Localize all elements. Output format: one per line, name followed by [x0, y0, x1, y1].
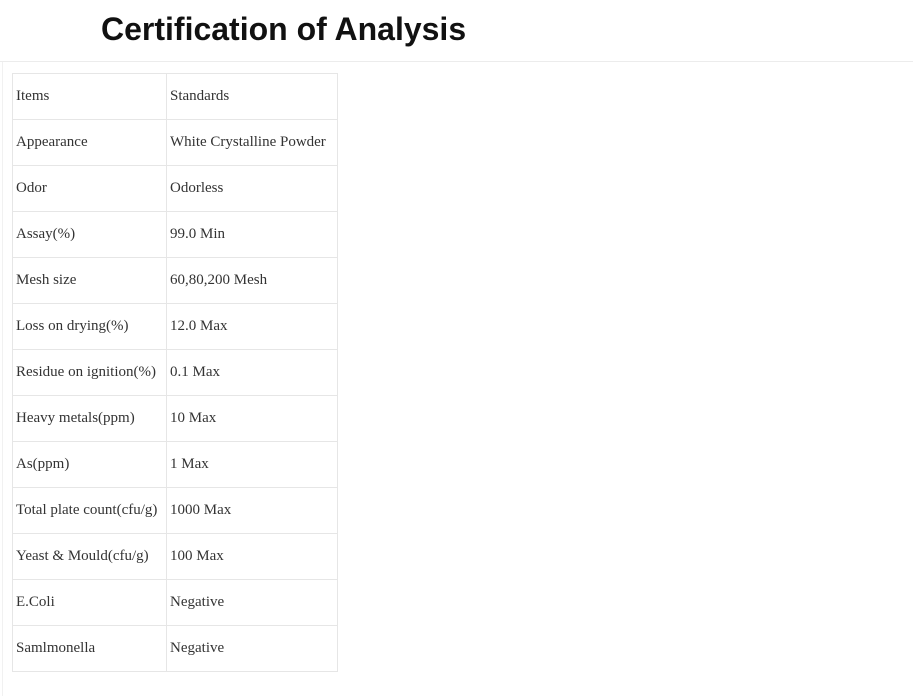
item-cell: Loss on drying(%) — [12, 303, 167, 350]
table-row: Total plate count(cfu/g) 1000 Max — [12, 487, 338, 534]
standard-cell: 10 Max — [166, 395, 338, 442]
table-row: Yeast & Mould(cfu/g) 100 Max — [12, 533, 338, 580]
page-title: Certification of Analysis — [101, 11, 467, 47]
item-cell: Heavy metals(ppm) — [12, 395, 167, 442]
title-divider — [0, 61, 913, 62]
item-cell: Mesh size — [12, 257, 167, 304]
table-row: Appearance White Crystalline Powder — [12, 119, 338, 166]
header-items-cell: Items — [12, 73, 167, 120]
table-row: Residue on ignition(%) 0.1 Max — [12, 349, 338, 396]
table-row: E.Coli Negative — [12, 579, 338, 626]
table-row: As(ppm) 1 Max — [12, 441, 338, 488]
standard-cell: 60,80,200 Mesh — [166, 257, 338, 304]
content-left-border — [2, 62, 3, 696]
table-row: Loss on drying(%) 12.0 Max — [12, 303, 338, 350]
standard-cell: White Crystalline Powder — [166, 119, 338, 166]
standard-cell: 100 Max — [166, 533, 338, 580]
header-standards-cell: Standards — [166, 73, 338, 120]
item-cell: Total plate count(cfu/g) — [12, 487, 167, 534]
item-cell: Yeast & Mould(cfu/g) — [12, 533, 167, 580]
standard-cell: 99.0 Min — [166, 211, 338, 258]
table-row: Assay(%) 99.0 Min — [12, 211, 338, 258]
table-row: Samlmonella Negative — [12, 625, 338, 672]
item-cell: E.Coli — [12, 579, 167, 626]
item-cell: Samlmonella — [12, 625, 167, 672]
item-cell: Appearance — [12, 119, 167, 166]
table-row: Odor Odorless — [12, 165, 338, 212]
standard-cell: Negative — [166, 625, 338, 672]
analysis-table: Items Standards Appearance White Crystal… — [12, 73, 338, 672]
standard-cell: Negative — [166, 579, 338, 626]
item-cell: As(ppm) — [12, 441, 167, 488]
item-cell: Residue on ignition(%) — [12, 349, 167, 396]
standard-cell: 1 Max — [166, 441, 338, 488]
table-row: Mesh size 60,80,200 Mesh — [12, 257, 338, 304]
item-cell: Odor — [12, 165, 167, 212]
standard-cell: Odorless — [166, 165, 338, 212]
standard-cell: 1000 Max — [166, 487, 338, 534]
standard-cell: 0.1 Max — [166, 349, 338, 396]
table-header-row: Items Standards — [12, 73, 338, 120]
item-cell: Assay(%) — [12, 211, 167, 258]
standard-cell: 12.0 Max — [166, 303, 338, 350]
table-row: Heavy metals(ppm) 10 Max — [12, 395, 338, 442]
